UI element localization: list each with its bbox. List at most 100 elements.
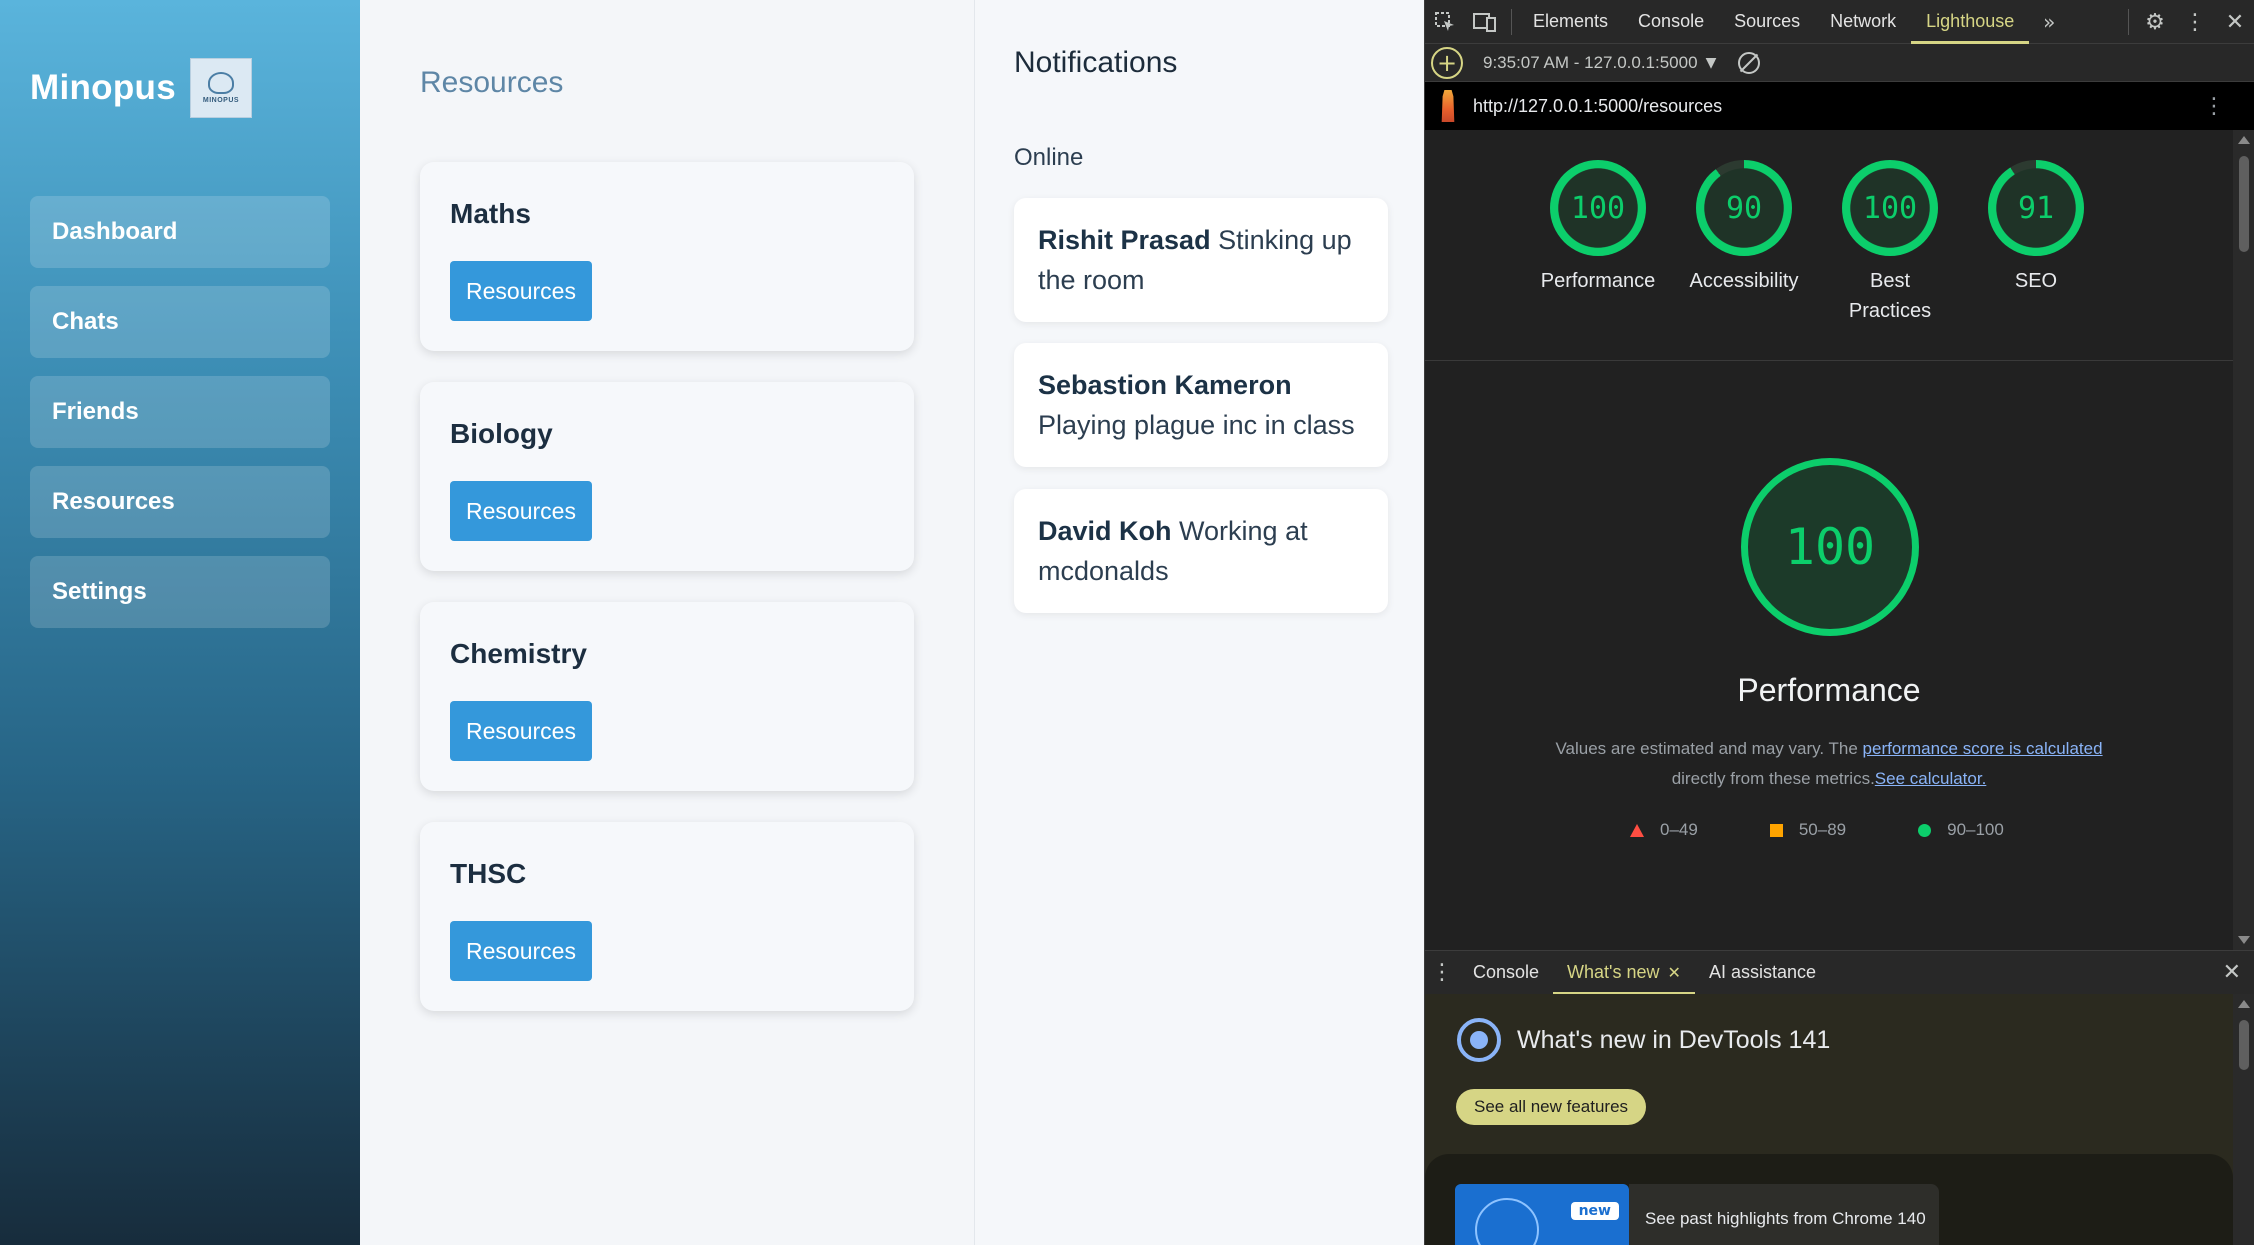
drawer-tab-whats-new[interactable]: What's new ✕ — [1553, 951, 1695, 995]
desc-text: directly from these metrics. — [1671, 769, 1875, 788]
chevron-down-icon[interactable]: ▼ — [1706, 55, 1717, 71]
score-legend: 0–49 50–89 90–100 — [1630, 820, 2076, 840]
resources-button[interactable]: Resources — [450, 921, 592, 981]
tab-sources[interactable]: Sources — [1719, 0, 1815, 44]
drawer-scrollbar[interactable] — [2233, 994, 2254, 1245]
report-url[interactable]: http://127.0.0.1:5000/resources — [1473, 96, 1722, 117]
scroll-thumb[interactable] — [2239, 156, 2249, 252]
scroll-up-icon[interactable] — [2238, 1000, 2250, 1008]
gauge-label: Accessibility — [1689, 270, 1799, 292]
sidebar-item-resources[interactable]: Resources — [30, 466, 330, 538]
highlights-thumbnail[interactable]: new — [1455, 1184, 1629, 1245]
inspect-element-icon[interactable] — [1425, 0, 1465, 44]
more-tabs-icon[interactable]: » — [2029, 0, 2069, 44]
report-selector[interactable]: 9:35:07 AM - 127.0.0.1:5000 — [1483, 53, 1698, 73]
card-title: Biology — [450, 418, 553, 449]
circle-icon — [1918, 823, 1932, 837]
notification-item[interactable]: Rishit Prasad Stinking up the room — [1014, 198, 1388, 322]
devtools-tabbar: Elements Console Sources Network Lightho… — [1425, 0, 2254, 44]
online-label: Online — [1014, 144, 1084, 171]
square-icon — [1769, 823, 1783, 837]
notification-item[interactable]: Sebastion Kameron Playing plague inc in … — [1014, 343, 1388, 467]
triangle-icon — [1630, 823, 1644, 837]
close-icon[interactable]: ✕ — [2215, 0, 2254, 44]
highlights-card: new See past highlights from Chrome 140 — [1425, 1154, 2233, 1245]
sidebar-item-settings[interactable]: Settings — [30, 556, 330, 628]
clear-reports-icon[interactable] — [1738, 51, 1761, 74]
score-ring: 100 — [1842, 160, 1938, 256]
legend-label: 90–100 — [1947, 820, 2004, 839]
lighthouse-report: 100 Performance 90 Accessibility 100 Bes… — [1425, 130, 2233, 950]
legend-label: 50–89 — [1798, 820, 1847, 839]
kebab-menu-icon[interactable]: ⋮ — [1425, 951, 1459, 995]
whats-new-panel: What's new in DevTools 141 See all new f… — [1425, 994, 2233, 1245]
score-calculation-link[interactable]: performance score is calculated — [1863, 739, 2103, 758]
gauge-label: Performance — [1540, 270, 1656, 292]
resources-button[interactable]: Resources — [450, 701, 592, 761]
sidebar-nav: Dashboard Chats Friends Resources Settin… — [30, 196, 330, 646]
score-gauges: 100 Performance 90 Accessibility 100 Bes… — [1525, 160, 2109, 326]
new-badge: new — [1570, 1202, 1619, 1220]
devtools-panel: Elements Console Sources Network Lightho… — [1424, 0, 2254, 1245]
divider — [1425, 360, 2233, 361]
scroll-down-icon[interactable] — [2238, 936, 2250, 944]
gauge-accessibility[interactable]: 90 Accessibility — [1671, 160, 1817, 326]
lighthouse-toolbar: + 9:35:07 AM - 127.0.0.1:5000 ▼ — [1425, 44, 2254, 82]
sidebar-item-dashboard[interactable]: Dashboard — [30, 196, 330, 268]
logo-text: MINOPUS — [202, 97, 240, 104]
lighthouse-logo-icon — [1441, 90, 1455, 122]
brand-logo: MINOPUS — [189, 58, 252, 118]
drawer-tab-ai-assistance[interactable]: AI assistance — [1695, 951, 1830, 995]
friend-status: Playing plague inc in class — [1038, 410, 1355, 440]
report-url-bar: http://127.0.0.1:5000/resources ⋮ — [1425, 82, 2254, 130]
desc-text: Values are estimated and may vary. The — [1555, 739, 1863, 758]
gauge-label: Best Practices — [1848, 270, 1932, 322]
past-highlights-link[interactable]: See past highlights from Chrome 140 — [1629, 1184, 1939, 1245]
page-title: Resources — [420, 66, 564, 99]
resources-button[interactable]: Resources — [450, 481, 592, 541]
ring-graphic-icon — [1475, 1198, 1539, 1245]
close-drawer-icon[interactable]: ✕ — [2223, 960, 2241, 985]
kebab-menu-icon[interactable]: ⋮ — [2203, 94, 2225, 119]
resource-card-biology: Biology Resources — [420, 382, 914, 571]
brand[interactable]: Minopus MINOPUS — [30, 58, 252, 118]
report-scrollbar[interactable] — [2233, 130, 2254, 950]
gauge-performance[interactable]: 100 Performance — [1525, 160, 1671, 326]
tab-network[interactable]: Network — [1815, 0, 1911, 44]
friend-name: David Koh — [1038, 516, 1172, 546]
kebab-menu-icon[interactable]: ⋮ — [2175, 0, 2215, 44]
close-tab-icon[interactable]: ✕ — [1668, 963, 1681, 983]
legend-fail: 0–49 — [1630, 820, 1698, 840]
tab-elements[interactable]: Elements — [1518, 0, 1623, 44]
tab-lighthouse[interactable]: Lighthouse — [1911, 0, 2030, 44]
category-description: Values are estimated and may vary. The p… — [1425, 734, 2233, 794]
friend-name: Sebastion Kameron — [1038, 370, 1292, 400]
sidebar: Minopus MINOPUS Dashboard Chats Friends … — [0, 0, 360, 1245]
sidebar-item-friends[interactable]: Friends — [30, 376, 330, 448]
brand-name: Minopus — [30, 68, 176, 107]
drawer-tab-console[interactable]: Console — [1459, 951, 1553, 995]
see-all-features-button[interactable]: See all new features — [1456, 1089, 1647, 1125]
whats-new-title: What's new in DevTools 141 — [1517, 1026, 1831, 1054]
scroll-thumb[interactable] — [2239, 1020, 2249, 1070]
gauge-best-practices[interactable]: 100 Best Practices — [1817, 160, 1963, 326]
tab-separator — [1511, 8, 1512, 35]
score-ring: 90 — [1696, 160, 1792, 256]
device-toolbar-icon[interactable] — [1465, 0, 1505, 44]
resource-card-thsc: THSC Resources — [420, 822, 914, 1011]
sidebar-item-chats[interactable]: Chats — [30, 286, 330, 358]
gear-icon[interactable]: ⚙ — [2135, 0, 2175, 44]
notification-item[interactable]: David Koh Working at mcdonalds — [1014, 489, 1388, 613]
new-report-icon[interactable]: + — [1431, 46, 1463, 79]
performance-score-gauge: 100 — [1741, 458, 1919, 636]
scroll-up-icon[interactable] — [2238, 136, 2250, 144]
legend-label: 0–49 — [1660, 820, 1698, 839]
tab-console[interactable]: Console — [1623, 0, 1719, 44]
card-title: Maths — [450, 198, 531, 229]
gauge-seo[interactable]: 91 SEO — [1963, 160, 2109, 326]
chrome-logo-icon — [1457, 1018, 1501, 1062]
resource-card-maths: Maths Resources — [420, 162, 914, 351]
tab-label: What's new — [1567, 962, 1660, 982]
see-calculator-link[interactable]: See calculator. — [1875, 769, 1987, 788]
resources-button[interactable]: Resources — [450, 261, 592, 321]
